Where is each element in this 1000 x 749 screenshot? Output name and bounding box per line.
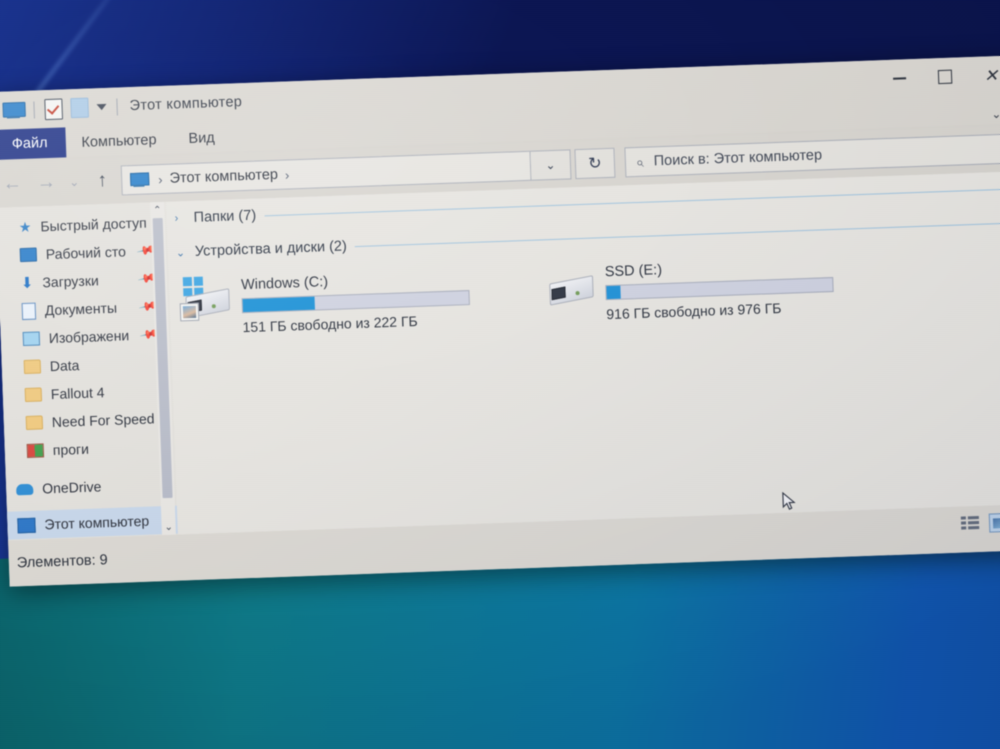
close-button[interactable]: ✕	[968, 59, 1000, 91]
large-icons-view-button[interactable]	[988, 512, 1000, 533]
group-label: Устройства и диски (2)	[194, 238, 348, 260]
drive-item-ssd-e[interactable]: SSD (E:) 916 ГБ свободно из 976 ГБ	[543, 254, 835, 324]
chevron-right-icon[interactable]: ›	[174, 212, 185, 224]
scroll-down-icon[interactable]: ⌄	[161, 519, 176, 535]
navigation-pane: ★ Быстрый доступ Рабочий сто 📌 ⬇ Загрузк…	[0, 201, 178, 541]
sidebar-item-label: Быстрый доступ	[40, 214, 147, 235]
pictures-icon	[22, 331, 41, 347]
mouse-cursor	[782, 491, 796, 510]
drive-name: Windows (C:)	[240, 274, 329, 294]
document-icon	[21, 302, 37, 320]
user-photo-badge	[179, 302, 200, 322]
file-explorer-window: Этот компьютер ✕ Файл Компьютер Вид ⌄ ← …	[0, 55, 1000, 587]
this-pc-icon	[130, 173, 147, 188]
download-icon: ⬇	[20, 274, 34, 292]
refresh-button[interactable]: ↻	[574, 147, 616, 180]
folder-icon	[23, 359, 42, 375]
ssd-drive-icon	[543, 263, 597, 309]
sidebar-item-label: OneDrive	[41, 478, 102, 497]
star-icon: ★	[18, 218, 32, 235]
item-count-label: Элементов: 9	[16, 552, 108, 572]
search-input[interactable]: ⌕ Поиск в: Этот компьютер	[624, 133, 1000, 178]
sidebar-item-label: Документы	[44, 299, 118, 319]
toolbar-divider-2	[116, 98, 118, 116]
scroll-up-icon[interactable]: ⌃	[150, 202, 165, 218]
caret-down-icon[interactable]	[96, 103, 107, 111]
quick-access-toolbar	[0, 96, 120, 122]
folder-icon	[25, 415, 44, 430]
windows-drive-icon	[179, 276, 233, 322]
drive-info: SSD (E:) 916 ГБ свободно из 976 ГБ	[604, 254, 834, 322]
back-button[interactable]: ←	[0, 167, 30, 202]
sidebar-item-progi[interactable]: проги	[4, 432, 175, 466]
sidebar-item-label: Need For Speed	[51, 410, 155, 431]
chevron-down-icon[interactable]: ⌄	[991, 107, 1000, 121]
new-folder-icon[interactable]	[70, 97, 89, 119]
tab-file[interactable]: Файл	[0, 127, 67, 160]
tab-view[interactable]: Вид	[172, 123, 231, 153]
progi-folder-icon	[26, 443, 45, 458]
cloud-icon	[16, 483, 34, 495]
minimize-button[interactable]	[876, 63, 923, 95]
capacity-bar-fill	[242, 296, 316, 313]
window-title: Этот компьютер	[129, 94, 243, 115]
search-placeholder: Поиск в: Этот компьютер	[653, 147, 823, 170]
capacity-bar-fill	[606, 285, 621, 300]
folder-icon	[24, 387, 43, 403]
maximize-icon	[937, 69, 953, 85]
capacity-bar	[241, 290, 470, 314]
close-icon: ✕	[983, 65, 999, 86]
drive-name: SSD (E:)	[604, 262, 663, 281]
sidebar-item-label: проги	[52, 440, 90, 459]
drive-info: Windows (C:) 151 ГБ свободно из 222 ГБ	[241, 267, 471, 335]
sidebar-item-label: Загрузки	[42, 272, 100, 291]
window-body: ★ Быстрый доступ Рабочий сто 📌 ⬇ Загрузк…	[0, 171, 1000, 541]
view-mode-buttons	[960, 512, 1000, 534]
window-controls: ✕	[875, 55, 1000, 98]
sidebar-item-label: Fallout 4	[50, 384, 105, 403]
this-pc-icon	[17, 517, 36, 533]
file-list-area[interactable]: › Папки (7) ⌄ Устройства и диски (2) Win…	[166, 171, 1000, 535]
sidebar-item-label: Этот компьютер	[44, 512, 150, 533]
sidebar-item-label: Data	[49, 357, 80, 375]
breadcrumb-separator: ›	[157, 171, 163, 187]
address-bar[interactable]: › Этот компьютер ›	[120, 150, 532, 196]
monitor-icon[interactable]	[2, 101, 24, 119]
capacity-bar	[605, 277, 834, 301]
forward-button[interactable]: →	[29, 166, 64, 201]
recent-locations-button[interactable]: ⌄	[63, 165, 86, 200]
up-button[interactable]: ↑	[85, 164, 120, 199]
search-icon: ⌕	[635, 153, 645, 170]
address-dropdown-button[interactable]: ⌄	[530, 149, 572, 181]
group-label: Папки (7)	[193, 207, 257, 226]
breadcrumb-separator-2[interactable]: ›	[285, 167, 290, 182]
properties-icon[interactable]	[44, 97, 64, 120]
drive-capacity-text: 916 ГБ свободно из 976 ГБ	[606, 299, 782, 323]
tab-computer[interactable]: Компьютер	[65, 126, 173, 158]
minimize-icon	[892, 77, 906, 80]
desktop-icon	[19, 247, 38, 263]
breadcrumb-this-pc[interactable]: Этот компьютер	[169, 167, 278, 187]
sidebar-item-label: Изображени	[48, 327, 130, 347]
sidebar-item-label: Рабочий сто	[45, 243, 127, 263]
sidebar-item-onedrive[interactable]: OneDrive	[6, 470, 177, 504]
maximize-button[interactable]	[922, 61, 969, 93]
details-view-button[interactable]	[960, 515, 981, 532]
toolbar-divider	[33, 100, 35, 119]
chevron-down-icon[interactable]: ⌄	[176, 246, 187, 259]
drive-item-windows-c[interactable]: Windows (C:) 151 ГБ свободно из 222 ГБ	[179, 267, 471, 337]
drive-capacity-text: 151 ГБ свободно из 222 ГБ	[242, 312, 418, 336]
